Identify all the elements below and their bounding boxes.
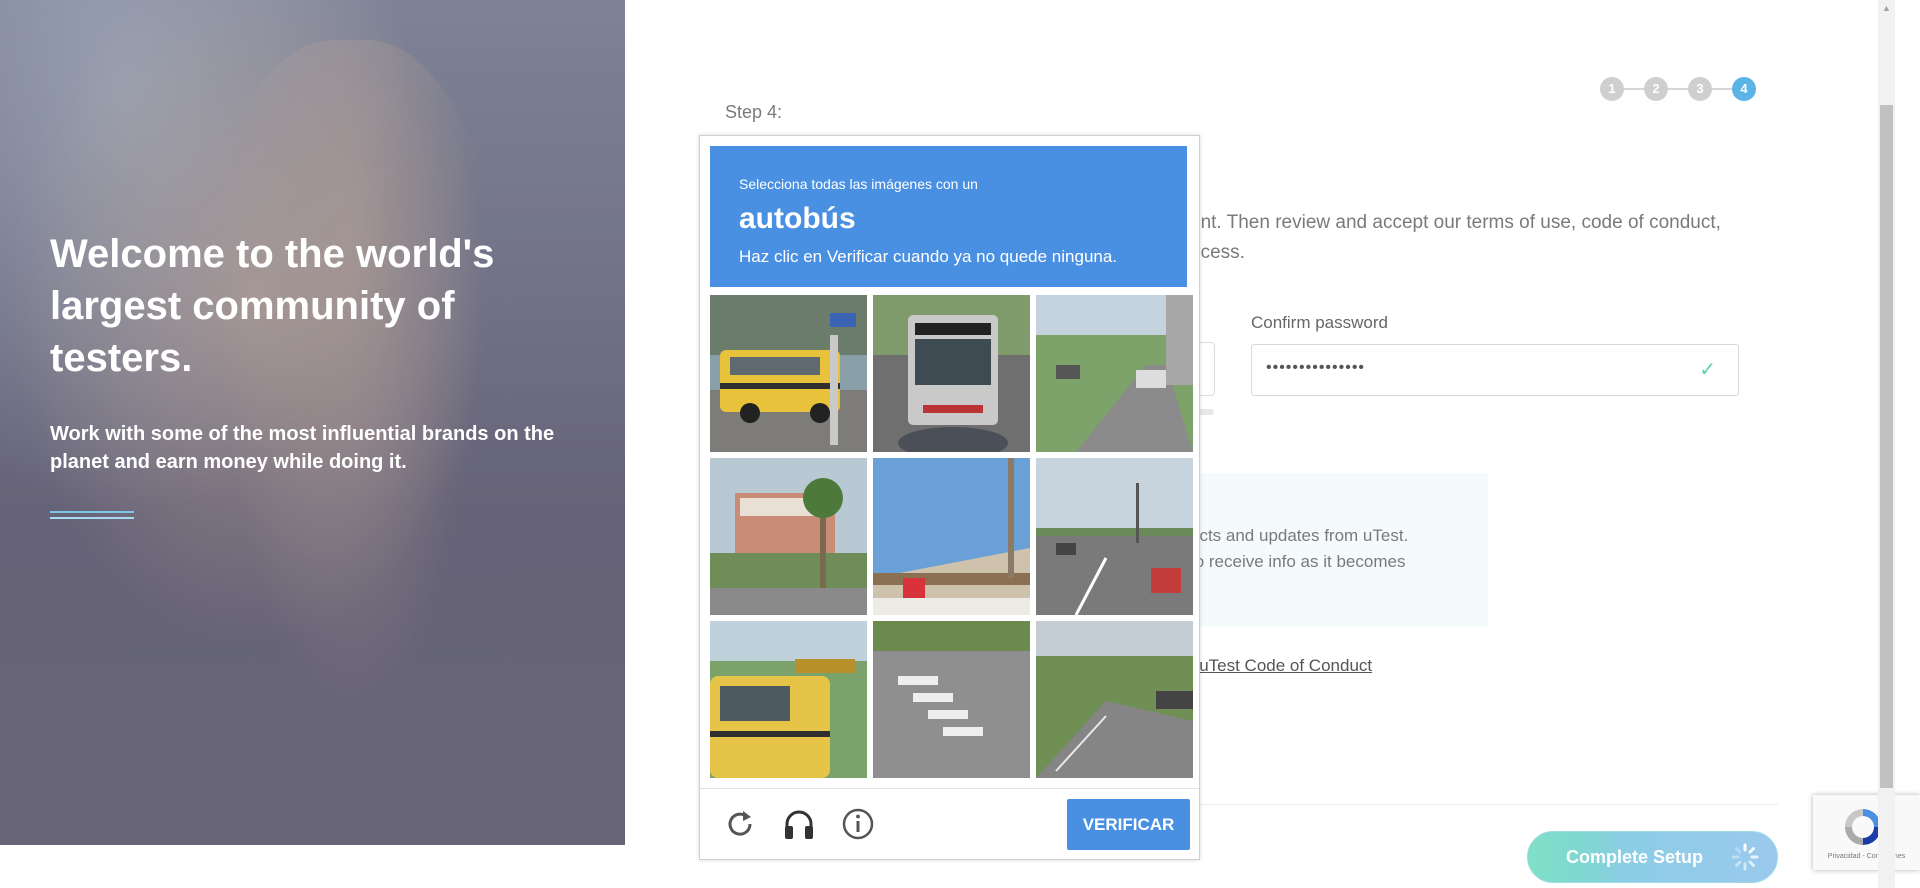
step-label: Step 4:: [725, 102, 783, 122]
stepper-line: [1620, 88, 1740, 90]
hero-title: Welcome to the world's largest community…: [50, 232, 495, 380]
hero-subtitle: Work with some of the most influential b…: [50, 423, 555, 473]
step-description: unt. Then review and accept our terms of…: [1190, 208, 1750, 268]
info-text-line-2: to receive info as it becomes: [1190, 552, 1406, 571]
captcha-tile-4[interactable]: [710, 458, 867, 615]
recaptcha-terms: Privacidad - Condiciones: [1827, 853, 1906, 860]
captcha-tile-3[interactable]: [1036, 295, 1193, 452]
footer-divider: [1190, 804, 1778, 805]
check-icon: ✓: [1699, 359, 1716, 381]
info-text-line-1: ects and updates from uTest.: [1190, 526, 1409, 545]
description-line-2: ocess.: [1190, 242, 1245, 263]
confirm-password-label: Confirm password: [1251, 313, 1388, 332]
recaptcha-badge[interactable]: Privacidad - Condiciones: [1813, 795, 1920, 870]
complete-setup-button[interactable]: Complete Setup: [1527, 831, 1778, 883]
step-2: 2: [1644, 77, 1668, 101]
captcha-challenge: Selecciona todas las imágenes con un aut…: [699, 135, 1200, 860]
captcha-header: Selecciona todas las imágenes con un aut…: [710, 146, 1187, 287]
scroll-thumb[interactable]: [1880, 105, 1893, 788]
captcha-tile-1[interactable]: [710, 295, 867, 452]
scroll-up-arrow-icon[interactable]: ▲: [1878, 0, 1895, 17]
hero-divider: [50, 511, 134, 519]
captcha-instruction: Selecciona todas las imágenes con un: [739, 176, 978, 192]
captcha-keyword: autobús: [739, 202, 856, 235]
captcha-tile-5[interactable]: [873, 458, 1030, 615]
captcha-hint: Haz clic en Verificar cuando ya no quede…: [739, 247, 1118, 266]
info-icon[interactable]: [841, 807, 875, 841]
step-4-active: 4: [1732, 77, 1756, 101]
confirm-password-input[interactable]: ••••••••••••••• ✓: [1251, 344, 1739, 396]
captcha-tile-9[interactable]: [1036, 621, 1193, 778]
headphones-icon[interactable]: [782, 807, 816, 841]
confirm-password-value: •••••••••••••••: [1266, 359, 1366, 376]
captcha-tile-7[interactable]: [710, 621, 867, 778]
step-1: 1: [1600, 77, 1624, 101]
step-3: 3: [1688, 77, 1712, 101]
captcha-tile-8[interactable]: [873, 621, 1030, 778]
captcha-footer: VERIFICAR: [700, 788, 1199, 860]
newsletter-info-box: ects and updates from uTest. to receive …: [1160, 473, 1488, 627]
reload-icon[interactable]: [723, 807, 757, 841]
captcha-tile-2[interactable]: [873, 295, 1030, 452]
code-of-conduct-link[interactable]: uTest Code of Conduct: [1199, 656, 1372, 675]
verify-button[interactable]: VERIFICAR: [1067, 799, 1190, 850]
captcha-tile-6[interactable]: [1036, 458, 1193, 615]
page-scrollbar[interactable]: ▲: [1878, 0, 1895, 888]
code-of-conduct-row: e uTest Code of Conduct: [1185, 656, 1372, 676]
spinner-icon: [1731, 843, 1759, 871]
complete-setup-label: Complete Setup: [1566, 847, 1704, 867]
description-line-1: unt. Then review and accept our terms of…: [1190, 212, 1721, 233]
